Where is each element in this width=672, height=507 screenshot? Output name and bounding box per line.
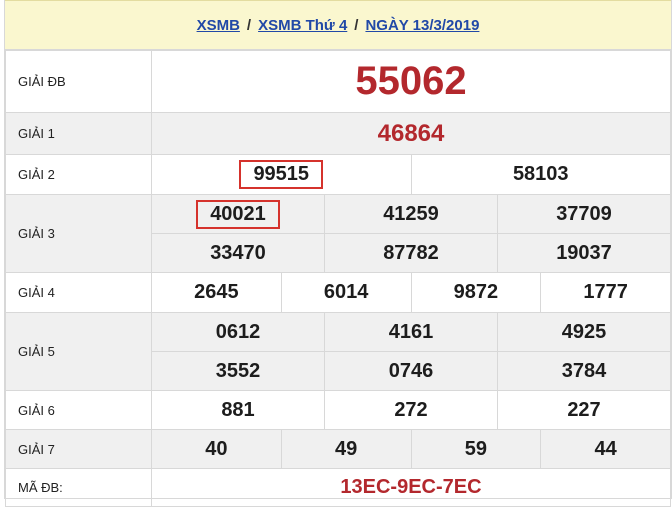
breadcrumb-separator: / (354, 16, 359, 34)
breadcrumb-separator: / (246, 16, 252, 34)
prize-5-value: 3552 (215, 359, 261, 382)
prize-7-value: 44 (540, 430, 670, 468)
row-label: GIẢI 2 (5, 154, 152, 195)
row-prize-6: GIẢI 6 881 272 227 (5, 390, 671, 430)
special-prize-value: 55062 (151, 50, 671, 113)
results-panel: XSMB / XSMB Thứ 4 / NGÀY 13/3/2019 GIẢI … (4, 0, 672, 507)
row-prize-5: GIẢI 5 0612 4161 4925 3552 0746 3784 (5, 312, 671, 391)
prize-5-value: 4161 (324, 313, 497, 351)
results-table: GIẢI ĐB 55062 GIẢI 1 46864 GIẢI 2 99515 … (5, 50, 671, 507)
prize-3-value-highlighted: 40021 (196, 199, 280, 229)
prize-7-value: 49 (280, 430, 411, 468)
row-special-prize: GIẢI ĐB 55062 (5, 50, 671, 113)
prize-4-value: 1777 (540, 273, 670, 312)
row-prize-3: GIẢI 3 40021 41259 37709 33470 87782 190… (5, 194, 671, 273)
row-label: GIẢI 4 (5, 272, 152, 313)
breadcrumb: XSMB / XSMB Thứ 4 / NGÀY 13/3/2019 (5, 0, 671, 50)
row-label: GIẢI ĐB (5, 50, 152, 113)
row-label: GIẢI 3 (5, 194, 152, 273)
breadcrumb-link-xsmb[interactable]: XSMB (197, 17, 240, 34)
prize-7-value: 59 (410, 430, 541, 468)
row-label: GIẢI 6 (5, 390, 152, 430)
prize-6-value: 272 (324, 391, 497, 429)
row-label: GIẢI 7 (5, 429, 152, 469)
prize-4-value: 9872 (410, 273, 541, 312)
prize-5-value: 0612 (215, 320, 261, 343)
row-label: GIẢI 5 (5, 312, 152, 391)
prize-3-value: 37709 (497, 195, 670, 233)
breadcrumb-link-xsmb-weekday[interactable]: XSMB Thứ 4 (258, 17, 347, 34)
prize-5-value: 0746 (324, 352, 497, 390)
row-prize-2: GIẢI 2 99515 58103 (5, 154, 671, 195)
row-prize-7: GIẢI 7 40 49 59 44 (5, 429, 671, 469)
prize-3-value: 19037 (497, 234, 670, 272)
prize-1-value: 46864 (151, 112, 671, 155)
prize-4-value: 6014 (280, 273, 411, 312)
prize-3-value: 41259 (324, 195, 497, 233)
prize-6-value: 227 (497, 391, 670, 429)
row-prize-1: GIẢI 1 46864 (5, 112, 671, 155)
row-label: GIẢI 1 (5, 112, 152, 155)
prize-3-value: 87782 (324, 234, 497, 272)
prize-5-value: 3784 (497, 352, 670, 390)
prize-6-value: 881 (221, 398, 255, 421)
prize-3-value: 33470 (210, 241, 266, 264)
prize-2-value-highlighted: 99515 (239, 160, 324, 189)
prize-5-value: 4925 (497, 313, 670, 351)
breadcrumb-link-date[interactable]: NGÀY 13/3/2019 (365, 17, 479, 34)
prize-2-value: 58103 (410, 155, 671, 194)
prize-4-value: 2645 (194, 281, 239, 303)
prize-7-value: 40 (205, 437, 228, 460)
row-prize-4: GIẢI 4 2645 6014 9872 1777 (5, 272, 671, 313)
